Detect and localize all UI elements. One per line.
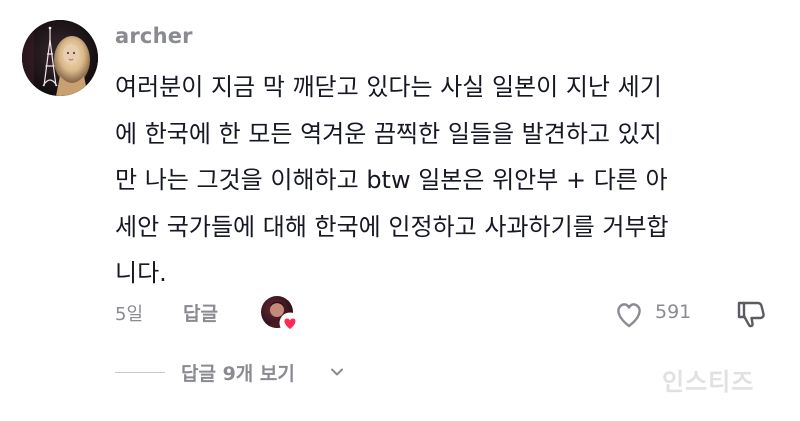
view-replies-label[interactable]: 답글 9개 보기 (181, 359, 295, 386)
like-count: 591 (655, 301, 692, 323)
chevron-down-icon[interactable] (328, 363, 346, 381)
view-replies[interactable]: 답글 9개 보기 (115, 357, 415, 387)
reply-button[interactable]: 답글 (183, 299, 218, 326)
divider (115, 372, 165, 373)
creator-liked-heart-icon (279, 312, 301, 334)
creator-liked-badge (261, 296, 301, 334)
comment-text-line: 니다. (115, 259, 167, 287)
comment-text-line: 여러분이 지금 막 깨닫고 있다는 사실 일본이 지난 세기 (115, 73, 662, 101)
comment-text-line: 세안 국가들에 대해 한국에 인정하고 사과하기를 거부합 (115, 212, 669, 241)
username[interactable]: archer (115, 24, 193, 48)
thumbs-down-icon[interactable] (733, 296, 769, 332)
comment-text: 여러분이 지금 막 깨닫고 있다는 사실 일본이 지난 세기 에 한국에 한 모… (115, 64, 775, 297)
heart-outline-icon[interactable] (611, 296, 647, 332)
comment-timestamp: 5일 (115, 304, 144, 325)
comment-item: archer 여러분이 지금 막 깨닫고 있다는 사실 일본이 지난 세기 에 … (0, 0, 800, 421)
comment-text-line: 만 나는 그것을 이해하고 btw 일본은 위안부 + 다른 아 (115, 166, 668, 194)
watermark: 인스티즈 (662, 368, 755, 396)
user-avatar[interactable] (22, 20, 98, 96)
comment-text-line: 에 한국에 한 모든 역겨운 끔찍한 일들을 발견하고 있지 (115, 119, 662, 148)
comment-actions: 5일 답글 591 (115, 296, 775, 334)
